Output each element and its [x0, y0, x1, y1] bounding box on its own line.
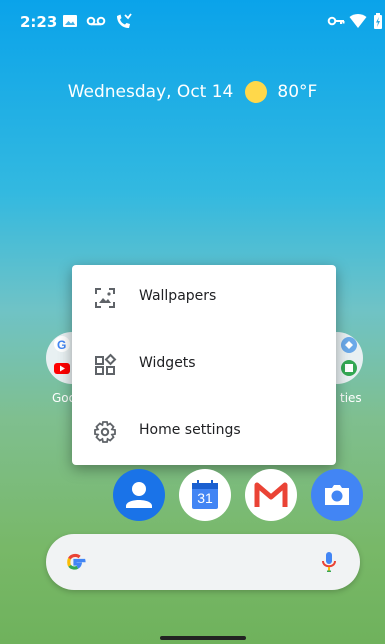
menu-item-home-settings[interactable]: Home settings	[72, 402, 336, 462]
camera-glyph	[325, 485, 349, 505]
image-icon	[63, 15, 77, 27]
camera-icon[interactable]	[311, 469, 363, 521]
calendar-date: 31	[197, 490, 213, 506]
utilities-folder-label: ties	[340, 391, 362, 405]
mic-icon[interactable]	[317, 550, 341, 574]
wallpaper-icon	[95, 288, 115, 308]
at-a-glance-widget[interactable]: Wednesday, Oct 14 80°F	[0, 80, 385, 104]
menu-item-widgets[interactable]: Widgets	[72, 335, 336, 395]
google-g-icon	[67, 553, 86, 570]
date-text[interactable]: Wednesday, Oct 14	[68, 82, 234, 102]
contacts-glyph	[126, 482, 152, 508]
gesture-nav-handle[interactable]	[160, 636, 246, 640]
gmail-glyph	[254, 482, 288, 507]
status-bar: 2:23	[0, 0, 385, 40]
sun-icon	[245, 81, 268, 103]
voicemail-icon	[86, 16, 106, 26]
calendar-icon[interactable]: 31	[179, 469, 231, 521]
contacts-icon[interactable]	[113, 469, 165, 521]
temperature-text[interactable]: 80°F	[277, 82, 317, 102]
menu-item-wallpapers[interactable]: Wallpapers	[72, 268, 336, 328]
battery-charging-icon	[374, 13, 382, 29]
missed-call-icon	[117, 13, 132, 28]
gmail-icon[interactable]	[245, 469, 297, 521]
svg-text:G: G	[57, 338, 66, 352]
home-context-menu: Wallpapers Widgets Home settings	[72, 265, 336, 465]
vpn-key-icon	[327, 16, 345, 26]
widgets-label: Widgets	[139, 355, 196, 371]
wallpapers-label: Wallpapers	[139, 288, 217, 304]
gear-icon	[94, 421, 116, 443]
google-search-bar[interactable]	[46, 534, 360, 590]
wifi-icon	[349, 14, 367, 28]
status-time: 2:23	[20, 13, 58, 31]
widgets-icon	[95, 353, 117, 375]
home-settings-label: Home settings	[139, 422, 241, 438]
